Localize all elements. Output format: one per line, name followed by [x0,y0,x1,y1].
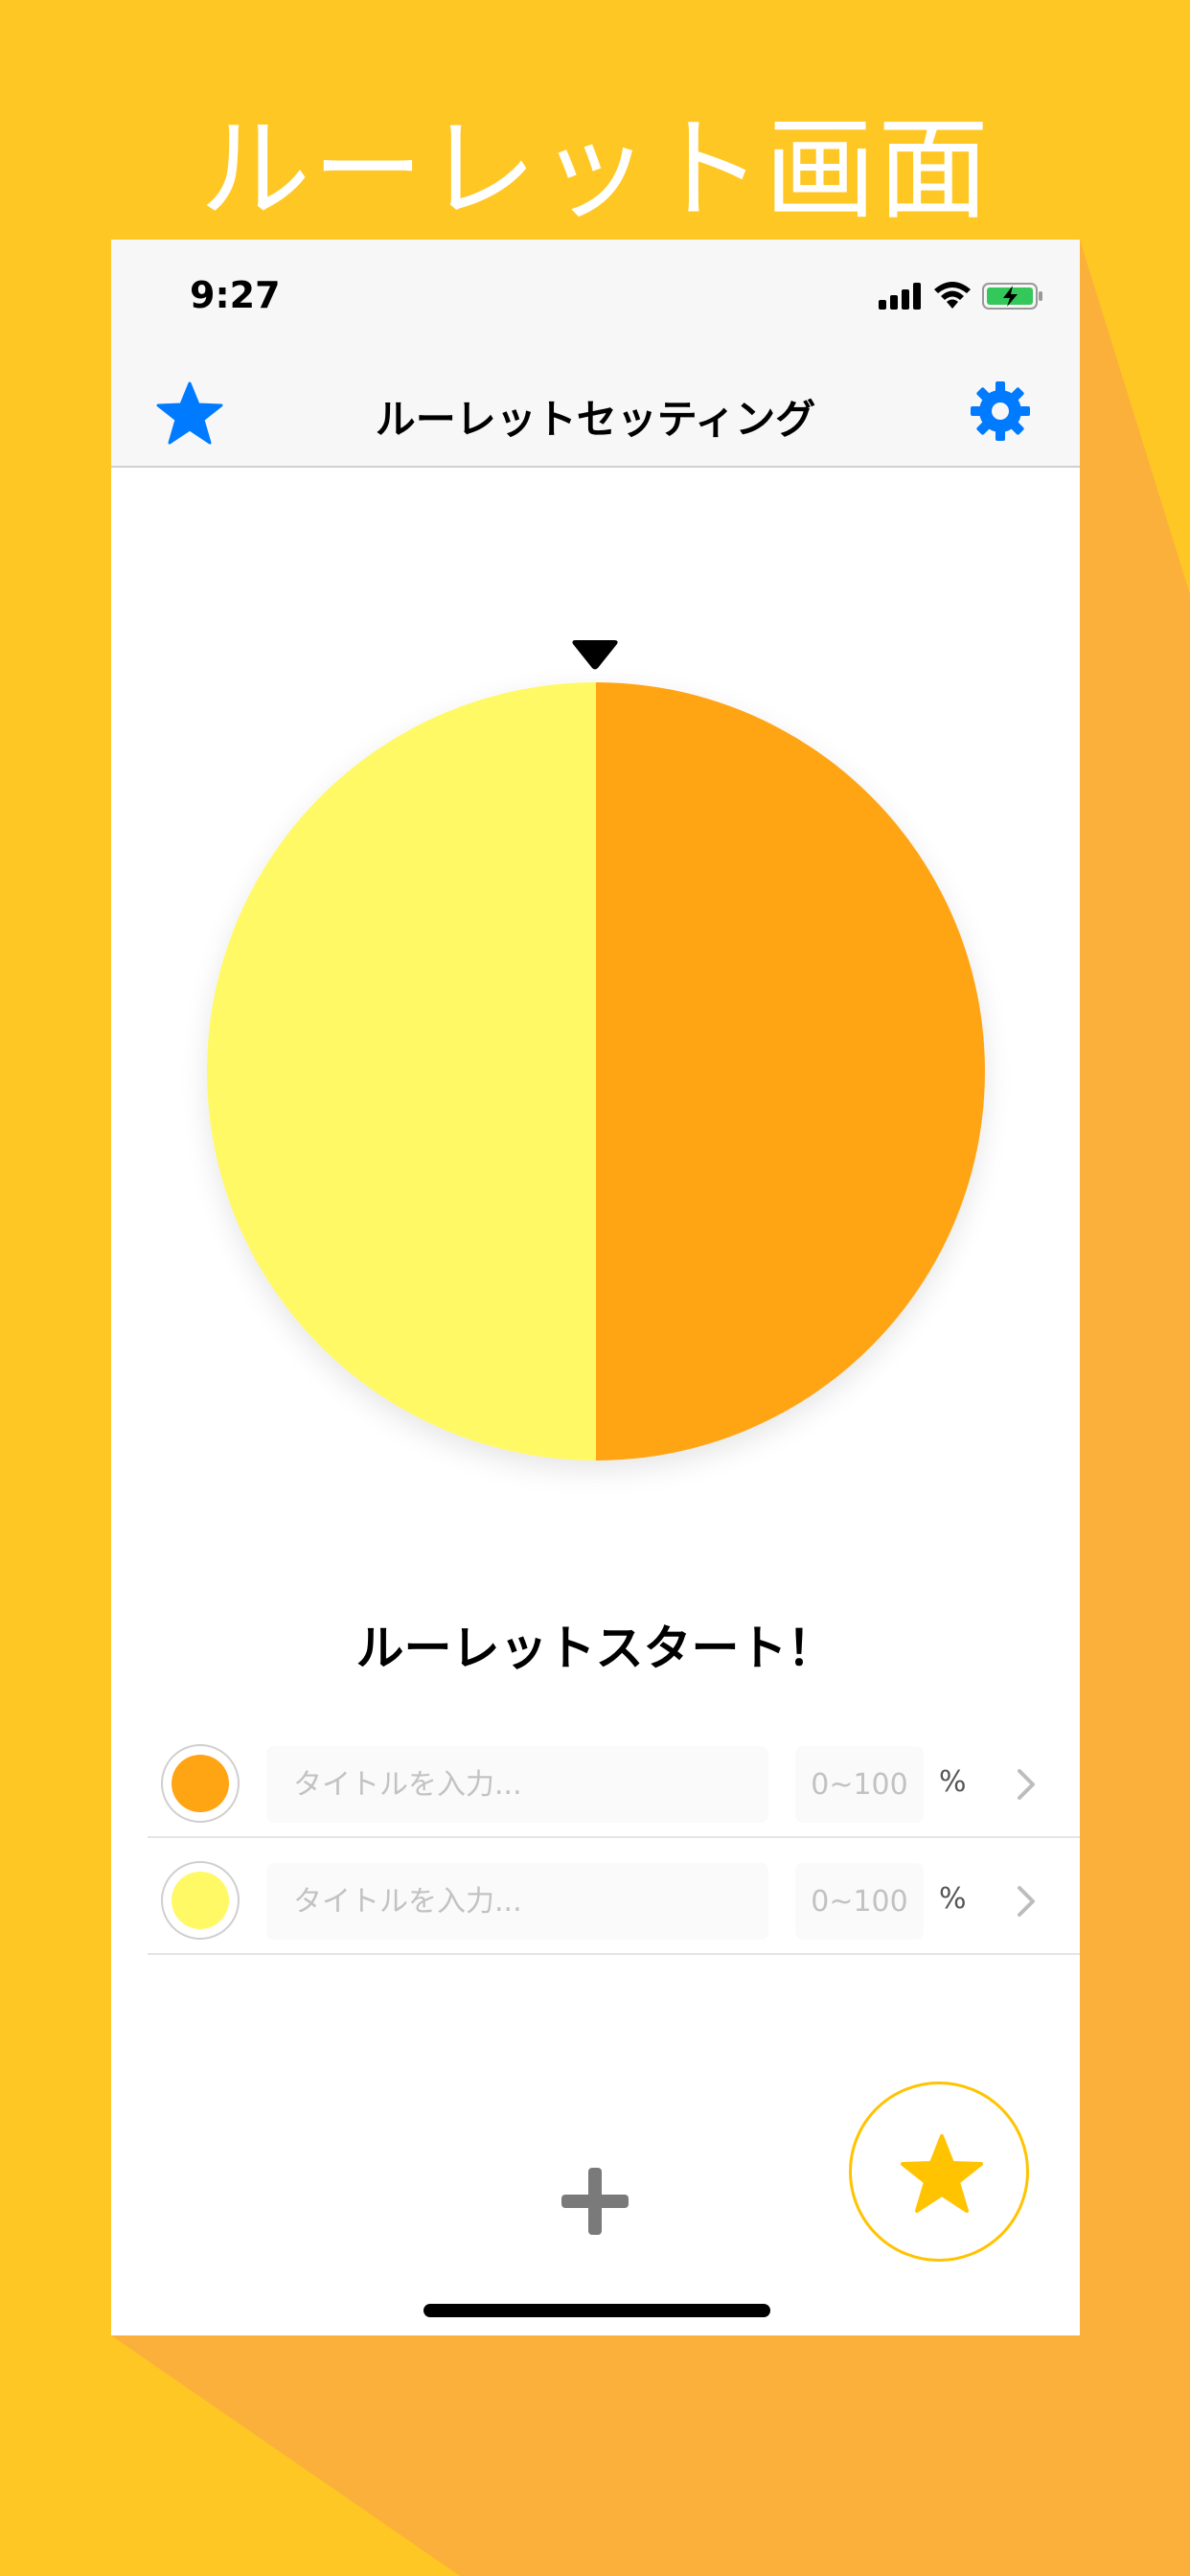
phone-screen: 9:27 ルーレットセッティング ルーレットスタート！ タイトルを入力... 0… [111,240,1080,2335]
list-item: % [148,1723,1080,1838]
roulette-segment-orange [596,682,985,1460]
promo-title: ルーレット画面 [199,105,991,235]
percent-unit-label: % [939,1882,967,1916]
percent-unit-label: % [939,1765,967,1799]
roulette-segment-yellow [207,682,596,1460]
battery-charging-icon [982,283,1042,310]
status-time: 9:27 [190,274,281,316]
color-swatch [172,1755,229,1812]
status-bar: 9:27 [111,240,1080,358]
title-input[interactable] [266,1863,768,1940]
status-icons [879,282,1045,310]
wifi-icon [934,282,971,309]
color-swatch [172,1872,229,1929]
percent-input[interactable] [795,1746,924,1823]
title-input[interactable] [266,1746,768,1823]
star-icon [901,2134,983,2213]
signal-icon [879,283,921,310]
chevron-right-icon[interactable] [1016,1767,1037,1802]
gear-icon[interactable] [969,380,1032,443]
percent-input[interactable] [795,1863,924,1940]
color-picker-button[interactable] [161,1744,240,1823]
list-item: % [148,1840,1080,1955]
wheel-pointer-icon [572,640,618,670]
home-indicator [423,2304,770,2317]
color-picker-button[interactable] [161,1861,240,1940]
nav-title: ルーレットセッティング [375,396,816,443]
plus-icon[interactable] [558,2164,632,2239]
chevron-right-icon[interactable] [1016,1884,1037,1919]
roulette-wheel[interactable] [207,682,985,1460]
favorite-button[interactable] [849,2082,1029,2262]
navigation-bar: ルーレットセッティング [111,358,1080,468]
roulette-start-button[interactable]: ルーレットスタート！ [111,1610,1080,1687]
